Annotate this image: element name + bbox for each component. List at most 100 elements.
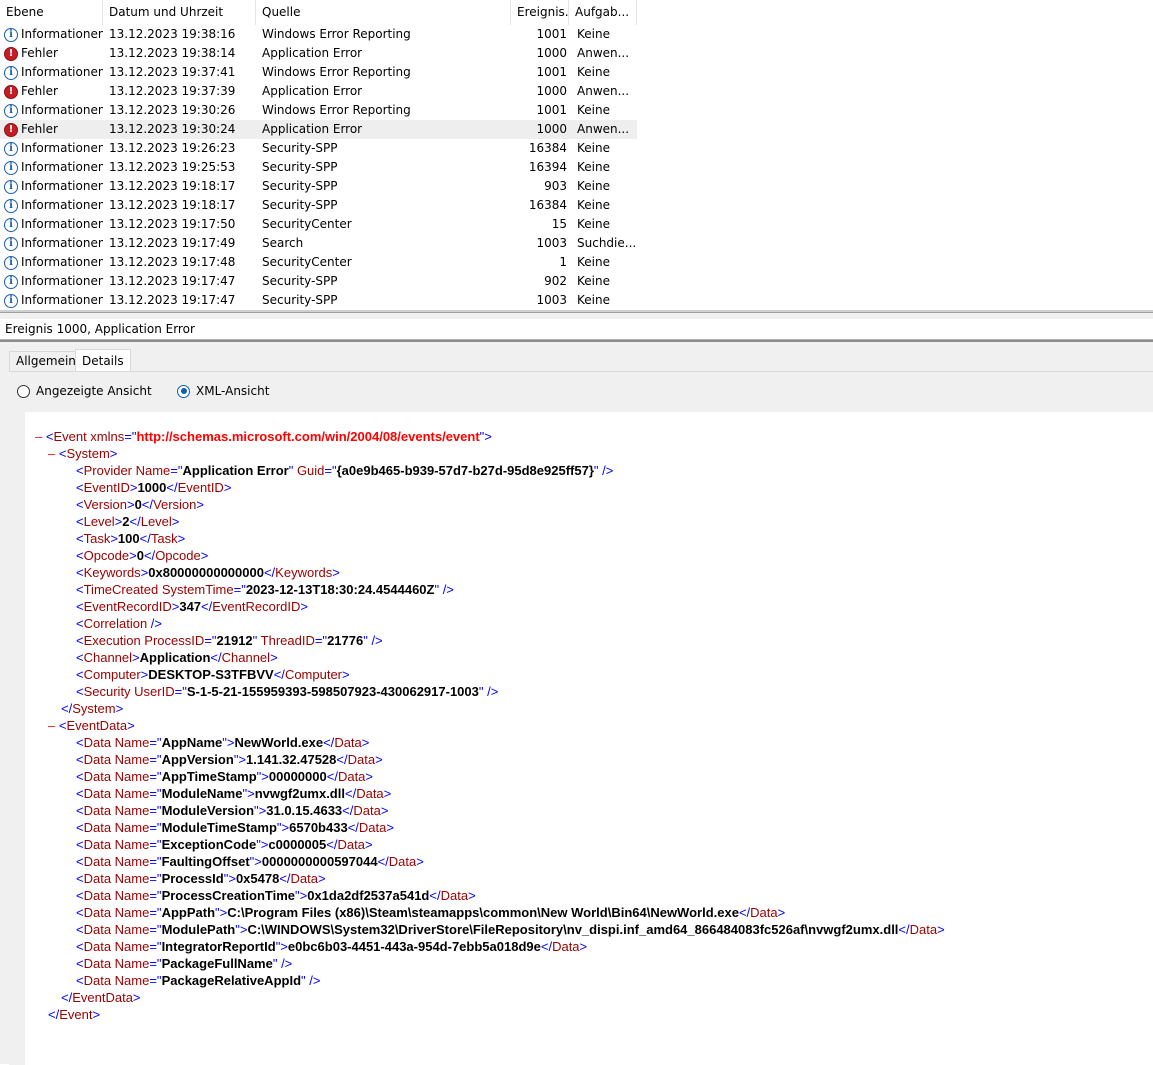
xml-token: > [171, 514, 180, 529]
xml-token: > [132, 990, 141, 1005]
xml-line: – <System> [48, 445, 117, 462]
tab-allgemein[interactable]: Allgemein [9, 351, 83, 371]
event-row[interactable]: i Informationen 13.12.2023 19:25:53 Securit… [0, 158, 637, 177]
xml-token: > [468, 888, 476, 903]
event-row[interactable]: i Informationen 13.12.2023 19:37:41 Windows… [0, 63, 637, 82]
collapse-toggle-icon[interactable]: – [35, 429, 46, 444]
event-level-label: Informationen [21, 27, 103, 41]
xml-token: Channel [221, 650, 271, 665]
event-level-label: Informationen [21, 141, 103, 155]
column-header-date[interactable]: Datum und Uhrzeit [103, 0, 256, 25]
xml-token: Data [909, 922, 938, 937]
radio-xml-view[interactable]: XML-Ansicht [177, 384, 269, 398]
xml-token: =" [149, 786, 162, 801]
xml-line: <EventRecordID>347</EventRecordID> [76, 598, 308, 615]
column-header-event-id[interactable]: Ereignis... [511, 0, 569, 25]
xml-token: < [76, 684, 84, 699]
event-list[interactable]: Ebene Datum und Uhrzeit Quelle Ereignis.… [0, 0, 1153, 312]
event-id: 1003 [536, 236, 567, 250]
xml-token: Execution ProcessID [83, 633, 205, 648]
xml-token: PackageRelativeAppId [161, 973, 302, 988]
xml-token: ExceptionCode [161, 837, 257, 852]
xml-token: </ [738, 905, 751, 920]
xml-token: > [361, 735, 370, 750]
xml-token: 347 [179, 599, 202, 614]
event-date: 13.12.2023 19:17:49 [109, 236, 236, 250]
xml-line: <Channel>Application</Channel> [76, 649, 278, 666]
xml-token: < [76, 548, 84, 563]
xml-token: 2023-12-13T18:30:24.4544460Z [245, 582, 435, 597]
radio-xml-button[interactable] [177, 384, 190, 398]
event-row[interactable]: i Informationen 13.12.2023 19:17:49 Search 1… [0, 234, 637, 253]
event-row[interactable]: i Informationen 13.12.2023 19:26:23 Securit… [0, 139, 637, 158]
event-row[interactable]: i Informationen 13.12.2023 19:17:47 Securit… [0, 291, 637, 310]
event-date: 13.12.2023 19:26:23 [109, 141, 236, 155]
xml-token: ModuleVersion [161, 803, 255, 818]
xml-token: < [76, 888, 84, 903]
xml-view[interactable]: – <Event xmlns="http://schemas.microsoft… [25, 412, 1153, 1065]
xml-token: Level [83, 514, 115, 529]
event-row[interactable]: i Informationen 13.12.2023 19:17:48 Securit… [0, 253, 637, 272]
xml-token: > [200, 548, 209, 563]
xml-line: <TimeCreated SystemTime="2023-12-13T18:3… [76, 581, 454, 598]
xml-token: > [375, 752, 383, 767]
event-row[interactable]: i Informationen 13.12.2023 19:30:26 Windows… [0, 101, 637, 120]
xml-token: < [76, 837, 84, 852]
xml-token: PackageFullName [161, 956, 273, 971]
xml-line: </EventData> [61, 989, 141, 1006]
xml-line: <Data Name="AppTimeStamp">00000000</Data… [76, 768, 373, 785]
event-level-label: Fehler [21, 122, 58, 136]
xml-token: < [76, 463, 84, 478]
event-task: Keine [577, 141, 610, 155]
event-date: 13.12.2023 19:18:17 [109, 179, 236, 193]
tab-details[interactable]: Details [75, 349, 131, 372]
xml-token: < [76, 871, 84, 886]
event-level-label: Fehler [21, 84, 58, 98]
xml-token: > [115, 701, 124, 716]
xml-token: < [76, 735, 84, 750]
column-header-level[interactable]: Ebene [0, 0, 103, 25]
xml-token: </ [141, 497, 154, 512]
column-header-source[interactable]: Quelle [256, 0, 511, 25]
event-task: Anwen... [577, 46, 630, 60]
xml-token: 0x5478 [235, 871, 280, 886]
xml-token: </ [377, 854, 389, 869]
column-header-task[interactable]: Aufgab... [569, 0, 637, 25]
xml-token: Security UserID [83, 684, 175, 699]
xml-token: /> [147, 616, 163, 631]
event-id: 1001 [536, 103, 567, 117]
radio-friendly-label: Angezeigte Ansicht [36, 384, 152, 398]
event-row[interactable]: i Informationen 13.12.2023 19:18:17 Securit… [0, 196, 637, 215]
xml-line: <Data Name="ModuleTimeStamp">6570b433</D… [76, 819, 394, 836]
xml-line: <Opcode>0</Opcode> [76, 547, 208, 564]
event-task: Keine [577, 274, 610, 288]
xml-token: Data Name [83, 854, 150, 869]
event-row[interactable]: ! Fehler 13.12.2023 19:30:24 Application Er… [0, 120, 637, 139]
error-icon: ! [4, 46, 18, 61]
xml-token: "> [275, 939, 288, 954]
event-date: 13.12.2023 19:17:50 [109, 217, 236, 231]
xml-token: http://schemas.microsoft.com/win/2004/08… [136, 429, 480, 444]
event-row[interactable]: ! Fehler 13.12.2023 19:37:39 Application Er… [0, 82, 637, 101]
event-row[interactable]: i Informationen 13.12.2023 19:18:17 Securit… [0, 177, 637, 196]
xml-token: > [129, 548, 137, 563]
collapse-toggle-icon[interactable]: – [48, 446, 59, 461]
xml-token: > [386, 820, 394, 835]
event-row[interactable]: ! Fehler 13.12.2023 19:38:14 Application Er… [0, 44, 637, 63]
event-source: Security-SPP [262, 160, 338, 174]
event-row[interactable]: i Informationen 13.12.2023 19:17:50 Securit… [0, 215, 637, 234]
radio-friendly-button[interactable] [17, 384, 30, 398]
info-icon: i [4, 65, 18, 80]
xml-token: </ [326, 769, 338, 784]
xml-token: Version [153, 497, 197, 512]
xml-token: < [76, 820, 84, 835]
xml-token: Event [53, 429, 87, 444]
xml-token: Data Name [83, 786, 150, 801]
xml-token: 0 [136, 548, 144, 563]
event-row[interactable]: i Informationen 13.12.2023 19:38:16 Windows… [0, 25, 637, 44]
xml-token: 1000 [137, 480, 167, 495]
xml-token: TimeCreated SystemTime [83, 582, 234, 597]
radio-friendly-view[interactable]: Angezeigte Ansicht [17, 384, 152, 398]
collapse-toggle-icon[interactable]: – [48, 718, 59, 733]
event-row[interactable]: i Informationen 13.12.2023 19:17:47 Securit… [0, 272, 637, 291]
